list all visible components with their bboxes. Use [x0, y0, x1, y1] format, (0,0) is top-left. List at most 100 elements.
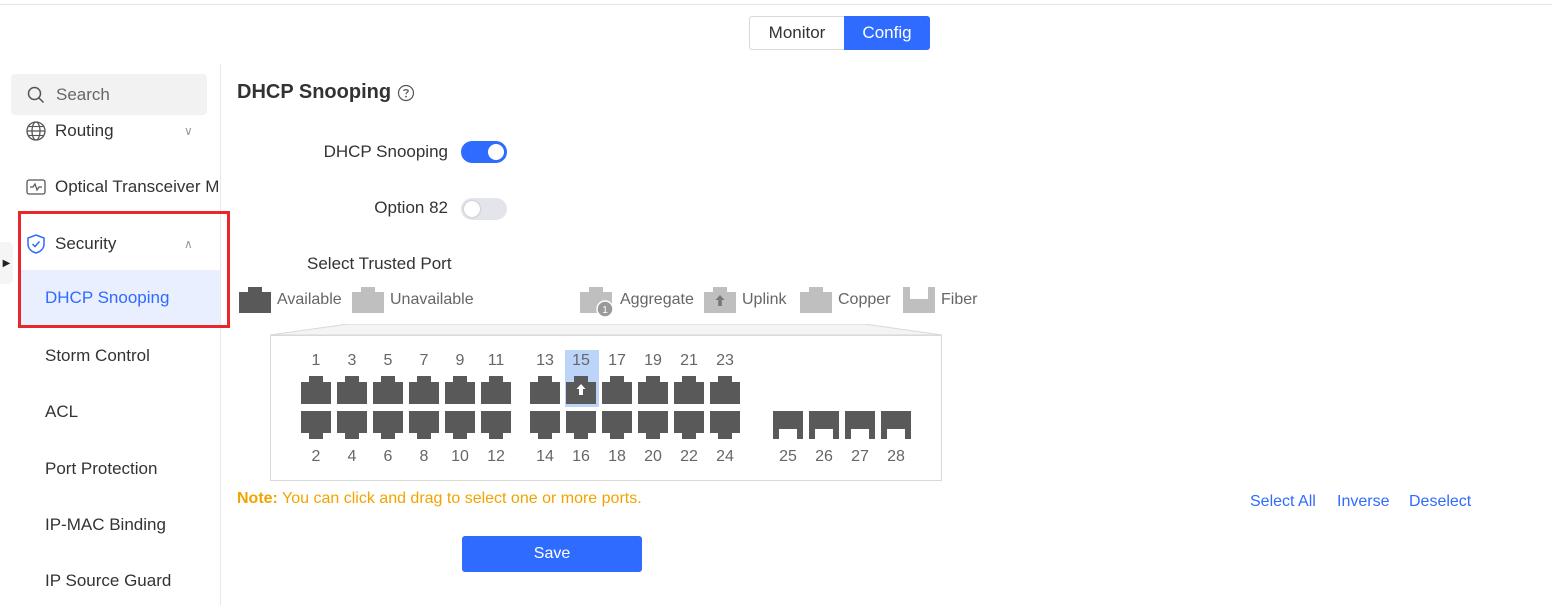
- monitor-tab[interactable]: Monitor: [749, 16, 844, 50]
- note-prefix: Note:: [237, 490, 278, 507]
- port-number: 8: [419, 448, 429, 465]
- port-25[interactable]: [773, 411, 803, 439]
- port-7[interactable]: [409, 376, 439, 404]
- port-26[interactable]: [809, 411, 839, 439]
- port-shape: [809, 411, 839, 439]
- sidebar-item-port-protection[interactable]: Port Protection: [0, 441, 220, 497]
- legend-label: Available: [277, 291, 342, 308]
- port-20[interactable]: [638, 411, 668, 439]
- port-24[interactable]: [710, 411, 740, 439]
- help-icon[interactable]: [397, 84, 415, 102]
- sidebar-item-acl[interactable]: ACL: [0, 384, 220, 440]
- config-tab[interactable]: Config: [844, 16, 930, 50]
- port-shape: [445, 376, 475, 404]
- port-23[interactable]: [710, 376, 740, 404]
- toggle-knob: [464, 201, 480, 217]
- port-number: 26: [815, 448, 833, 465]
- port-shape: [337, 376, 367, 404]
- legend-label: Aggregate: [620, 291, 694, 308]
- port-27[interactable]: [845, 411, 875, 439]
- port-number: 20: [644, 448, 662, 465]
- option82-label: Option 82: [374, 198, 448, 217]
- port-shape: [373, 411, 403, 439]
- sidebar-item-dhcp-snooping[interactable]: DHCP Snooping: [20, 270, 220, 326]
- port-available-icon: [239, 287, 271, 313]
- search-icon: [27, 86, 45, 103]
- sidebar-item-label: DHCP Snooping: [45, 288, 170, 307]
- legend-label: Uplink: [742, 291, 787, 308]
- deselect-link[interactable]: Deselect: [1409, 493, 1471, 511]
- port-number: 10: [451, 448, 469, 465]
- port-shape: [301, 411, 331, 439]
- port-shape: [881, 411, 911, 439]
- port-shape: [566, 411, 596, 439]
- port-number: 4: [347, 448, 357, 465]
- sidebar-item-ip-source-guard[interactable]: IP Source Guard: [0, 553, 220, 609]
- port-12[interactable]: [481, 411, 511, 439]
- top-divider: [0, 4, 1552, 5]
- port-shape: [773, 411, 803, 439]
- port-number: 17: [608, 352, 626, 369]
- port-9[interactable]: [445, 376, 475, 404]
- sidebar-item-label: IP Source Guard: [45, 571, 172, 590]
- sidebar-item-label: ACL: [45, 402, 79, 421]
- port-number: 1: [311, 352, 321, 369]
- port-5[interactable]: [373, 376, 403, 404]
- monitor-pulse-icon: [26, 179, 46, 195]
- port-8[interactable]: [409, 411, 439, 439]
- port-22[interactable]: [674, 411, 704, 439]
- legend-uplink: Uplink: [704, 287, 786, 313]
- note-text: Note: You can click and drag to select o…: [237, 490, 642, 508]
- port-number: 3: [347, 352, 357, 369]
- port-17[interactable]: [602, 376, 632, 404]
- port-fiber-icon: [903, 287, 935, 313]
- search-input[interactable]: Search: [11, 74, 207, 115]
- select-all-link[interactable]: Select All: [1250, 493, 1316, 511]
- port-3[interactable]: [337, 376, 367, 404]
- port-number: 24: [716, 448, 734, 465]
- save-button[interactable]: Save: [462, 536, 642, 572]
- legend-label: Fiber: [941, 291, 978, 308]
- sidebar-item-storm-control[interactable]: Storm Control: [0, 328, 220, 384]
- port-16[interactable]: [566, 411, 596, 439]
- port-number: 12: [487, 448, 505, 465]
- page-title: DHCP Snooping: [237, 81, 392, 103]
- port-10[interactable]: [445, 411, 475, 439]
- sidebar-item-routing[interactable]: Routing ∨: [0, 111, 220, 151]
- port-number: 27: [851, 448, 869, 465]
- port-2[interactable]: [301, 411, 331, 439]
- port-number: 14: [536, 448, 554, 465]
- port-18[interactable]: [602, 411, 632, 439]
- port-4[interactable]: [337, 411, 367, 439]
- sidebar-item-optical-transceiver[interactable]: Optical Transceiver Ma: [0, 167, 220, 207]
- port-15[interactable]: [566, 376, 596, 404]
- chevron-down-icon: ∨: [184, 124, 193, 138]
- dhcp-snooping-label: DHCP Snooping: [323, 142, 448, 161]
- inverse-link[interactable]: Inverse: [1337, 493, 1389, 511]
- port-11[interactable]: [481, 376, 511, 404]
- port-shape: [481, 376, 511, 404]
- port-28[interactable]: [881, 411, 911, 439]
- port-6[interactable]: [373, 411, 403, 439]
- port-19[interactable]: [638, 376, 668, 404]
- port-21[interactable]: [674, 376, 704, 404]
- port-number: 2: [311, 448, 321, 465]
- port-14[interactable]: [530, 411, 560, 439]
- port-13[interactable]: [530, 376, 560, 404]
- port-1[interactable]: [301, 376, 331, 404]
- port-uplink-icon: [704, 287, 736, 313]
- port-number: 21: [680, 352, 698, 369]
- option82-toggle[interactable]: [461, 198, 507, 220]
- sidebar-item-label: Security: [55, 234, 117, 253]
- caret-right-icon: ▶: [2, 257, 11, 269]
- port-shape: [674, 376, 704, 404]
- legend-aggregate: 1 Aggregate: [580, 287, 694, 317]
- toggle-knob: [488, 144, 504, 160]
- port-number: 23: [716, 352, 734, 369]
- sidebar-item-security[interactable]: Security ∧: [0, 224, 220, 264]
- sidebar-collapse-toggle[interactable]: ▶: [0, 242, 13, 284]
- sidebar-item-ip-mac-binding[interactable]: IP-MAC Binding: [0, 497, 220, 553]
- port-number: 13: [536, 352, 554, 369]
- port-shape: [481, 411, 511, 439]
- dhcp-snooping-toggle[interactable]: [461, 141, 507, 163]
